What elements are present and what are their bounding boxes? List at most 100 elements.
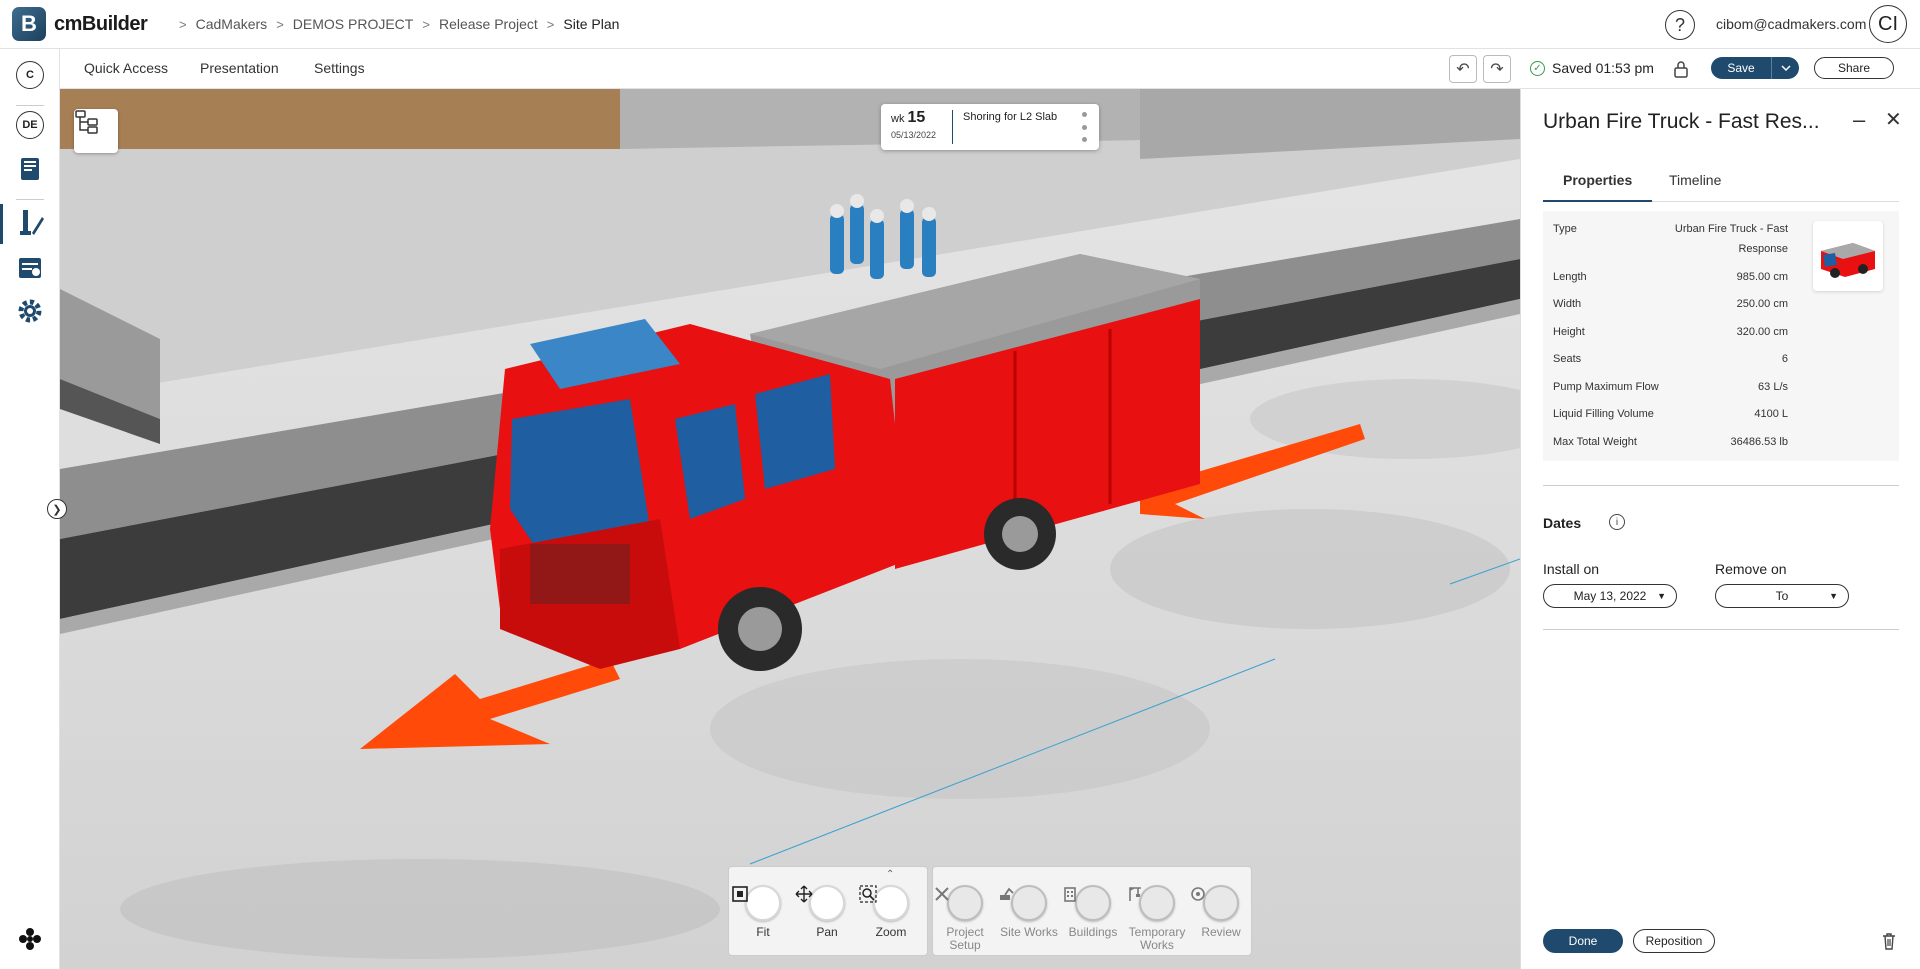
property-value: 63 L/s: [1758, 381, 1788, 393]
zoom-tool[interactable]: Zoom: [859, 885, 923, 939]
menu-bar: Quick Access Presentation Settings ↶ ↷ ✓…: [60, 49, 1920, 89]
trash-icon[interactable]: [1878, 930, 1900, 952]
category-label: Site Works: [1000, 925, 1058, 939]
chevron-up-icon[interactable]: ⌃: [886, 869, 894, 880]
caret-down-icon: ▼: [1657, 591, 1666, 601]
menu-quick-access[interactable]: Quick Access: [84, 60, 168, 76]
property-value: 250.00 cm: [1736, 298, 1788, 310]
view-tools-panel: ⌃ Fit Pan Zoom: [728, 866, 928, 956]
tool-label: Pan: [816, 925, 838, 939]
save-options-dropdown[interactable]: [1771, 57, 1799, 79]
remove-label: Remove on: [1715, 561, 1787, 577]
language-badge[interactable]: DE: [16, 111, 44, 139]
property-row: Type Urban Fire Truck - Fast Response: [1553, 223, 1788, 263]
more-options-icon[interactable]: [1081, 112, 1087, 142]
property-key: Type: [1553, 223, 1577, 235]
fit-tool[interactable]: Fit: [731, 885, 795, 939]
property-key: Liquid Filling Volume: [1553, 408, 1654, 420]
property-key: Length: [1553, 271, 1587, 283]
chevron-right-icon: >: [276, 16, 284, 32]
building-icon: [1064, 885, 1111, 921]
property-value: 985.00 cm: [1736, 271, 1788, 283]
category-temporary-works[interactable]: Temporary Works: [1125, 885, 1189, 952]
3d-viewport[interactable]: wk 15 05/13/2022 Shoring for L2 Slab ⌃ Fi…: [60, 89, 1520, 969]
tool-label: Fit: [756, 925, 770, 939]
chevron-right-icon: >: [179, 16, 187, 32]
undo-icon[interactable]: ↶: [1449, 55, 1477, 83]
avatar[interactable]: CI: [1869, 5, 1907, 43]
check-circle-icon: ✓: [1530, 60, 1545, 76]
category-review[interactable]: Review: [1189, 885, 1253, 939]
save-button[interactable]: Save: [1711, 57, 1771, 79]
task-date: 05/13/2022: [891, 130, 937, 140]
property-key: Max Total Weight: [1553, 436, 1637, 448]
expand-sidebar-icon[interactable]: ❯: [47, 499, 67, 519]
saved-text: Saved 01:53 pm: [1552, 60, 1654, 76]
user-email[interactable]: cibom@cadmakers.com: [1716, 16, 1866, 32]
section-divider: [1543, 629, 1899, 630]
menu-settings[interactable]: Settings: [314, 60, 365, 76]
install-date-value: May 13, 2022: [1573, 589, 1647, 603]
done-button[interactable]: Done: [1543, 929, 1623, 953]
rail-divider: [16, 105, 44, 106]
chevron-right-icon: >: [546, 16, 555, 32]
remove-date-select[interactable]: To ▼: [1715, 584, 1849, 608]
chevron-down-icon: [1780, 65, 1791, 71]
close-icon[interactable]: ✕: [1885, 107, 1902, 132]
section-divider: [1543, 485, 1899, 486]
breadcrumb-item[interactable]: Release Project: [439, 16, 538, 32]
category-site-works[interactable]: Site Works: [997, 885, 1061, 939]
breadcrumb-item-current: Site Plan: [563, 16, 620, 32]
tab-timeline[interactable]: Timeline: [1649, 172, 1741, 202]
task-week: wk 15: [891, 109, 925, 127]
panel-tabs: Properties Timeline: [1543, 172, 1899, 202]
redo-icon[interactable]: ↷: [1483, 55, 1511, 83]
reposition-button[interactable]: Reposition: [1633, 929, 1715, 953]
book-icon[interactable]: [14, 153, 46, 185]
category-label: Temporary Works: [1128, 925, 1186, 952]
property-key: Pump Maximum Flow: [1553, 381, 1659, 393]
property-value: 6: [1781, 353, 1788, 365]
task-card[interactable]: wk 15 05/13/2022 Shoring for L2 Slab: [881, 104, 1099, 150]
category-label: Buildings: [1068, 925, 1118, 939]
week-prefix: wk: [891, 113, 905, 125]
property-key: Seats: [1553, 353, 1582, 365]
lock-icon[interactable]: [1667, 55, 1695, 83]
properties-table: Type Urban Fire Truck - Fast Response Le…: [1543, 211, 1899, 461]
install-label: Install on: [1543, 561, 1600, 577]
rail-divider: [16, 199, 44, 200]
app-name: cmBuilder: [54, 12, 148, 35]
info-icon[interactable]: i: [1609, 514, 1625, 530]
category-buildings[interactable]: Buildings: [1061, 885, 1125, 939]
pan-tool[interactable]: Pan: [795, 885, 859, 939]
properties-panel: Urban Fire Truck - Fast Res... – ✕ Prope…: [1520, 89, 1920, 969]
week-number: 15: [907, 109, 926, 126]
tree-icon: [75, 110, 98, 134]
menu-presentation[interactable]: Presentation: [200, 60, 279, 76]
crane-icon: [1129, 885, 1175, 921]
category-toolbar: Project Setup Site Works Buildings Tempor…: [932, 866, 1252, 956]
category-label: Project Setup: [946, 925, 984, 952]
review-icon: [1191, 885, 1239, 921]
model-tree-button[interactable]: [74, 109, 118, 153]
app-logo[interactable]: B cmBuilder: [12, 7, 148, 41]
minimize-icon[interactable]: –: [1853, 107, 1865, 133]
breadcrumb: > CadMakers > DEMOS PROJECT > Release Pr…: [170, 16, 619, 32]
help-icon[interactable]: ?: [1665, 10, 1695, 40]
fit-icon: [732, 885, 781, 921]
apps-icon[interactable]: [14, 923, 46, 955]
category-project-setup[interactable]: Project Setup: [933, 885, 997, 952]
schedule-icon[interactable]: [14, 251, 46, 283]
share-button[interactable]: Share: [1814, 57, 1894, 79]
property-value: Urban Fire Truck - Fast Response: [1674, 223, 1788, 255]
dates-heading: Dates: [1543, 515, 1582, 531]
install-date-select[interactable]: May 13, 2022 ▼: [1543, 584, 1677, 608]
tab-properties[interactable]: Properties: [1543, 172, 1653, 202]
breadcrumb-item[interactable]: DEMOS PROJECT: [293, 16, 414, 32]
gear-icon[interactable]: [14, 295, 46, 327]
design-tools-icon[interactable]: [14, 207, 46, 239]
tools-icon: [935, 885, 983, 921]
breadcrumb-item[interactable]: CadMakers: [196, 16, 268, 32]
property-key: Height: [1553, 326, 1585, 338]
company-badge[interactable]: C: [16, 61, 44, 89]
